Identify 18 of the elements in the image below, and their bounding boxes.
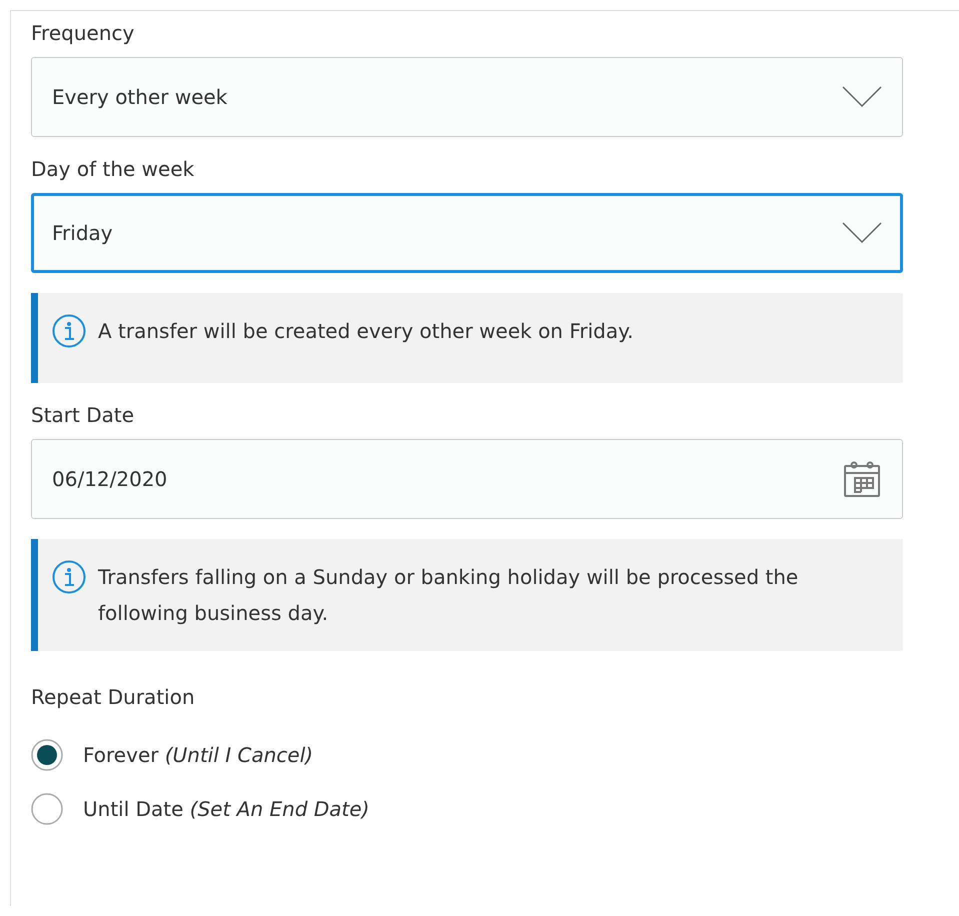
info-text: A transfer will be created every other week on Friday. xyxy=(98,318,634,345)
radio-button[interactable] xyxy=(31,739,63,771)
field-label: Repeat Duration xyxy=(31,685,195,709)
dropdown[interactable]: Every other week xyxy=(31,57,903,137)
chevron-down-icon xyxy=(842,222,882,244)
radio-label[interactable]: Until Date (Set An End Date) xyxy=(83,797,370,821)
date-field[interactable]: 06/12/2020 xyxy=(31,439,903,519)
info-icon xyxy=(52,560,86,594)
field-label: Day of the week xyxy=(31,157,194,181)
info-text: Transfers falling on a Sunday or banking holiday will be processed the following business day. xyxy=(98,564,800,627)
radio-label[interactable]: Forever (Until I Cancel) xyxy=(83,743,314,767)
calendar-icon[interactable] xyxy=(842,459,882,499)
radio-button[interactable] xyxy=(31,793,63,825)
chevron-down-icon xyxy=(842,86,882,108)
field-label: Frequency xyxy=(31,21,134,45)
dropdown[interactable]: Friday xyxy=(31,193,903,273)
info-icon xyxy=(52,314,86,348)
field-label: Start Date xyxy=(31,403,134,427)
